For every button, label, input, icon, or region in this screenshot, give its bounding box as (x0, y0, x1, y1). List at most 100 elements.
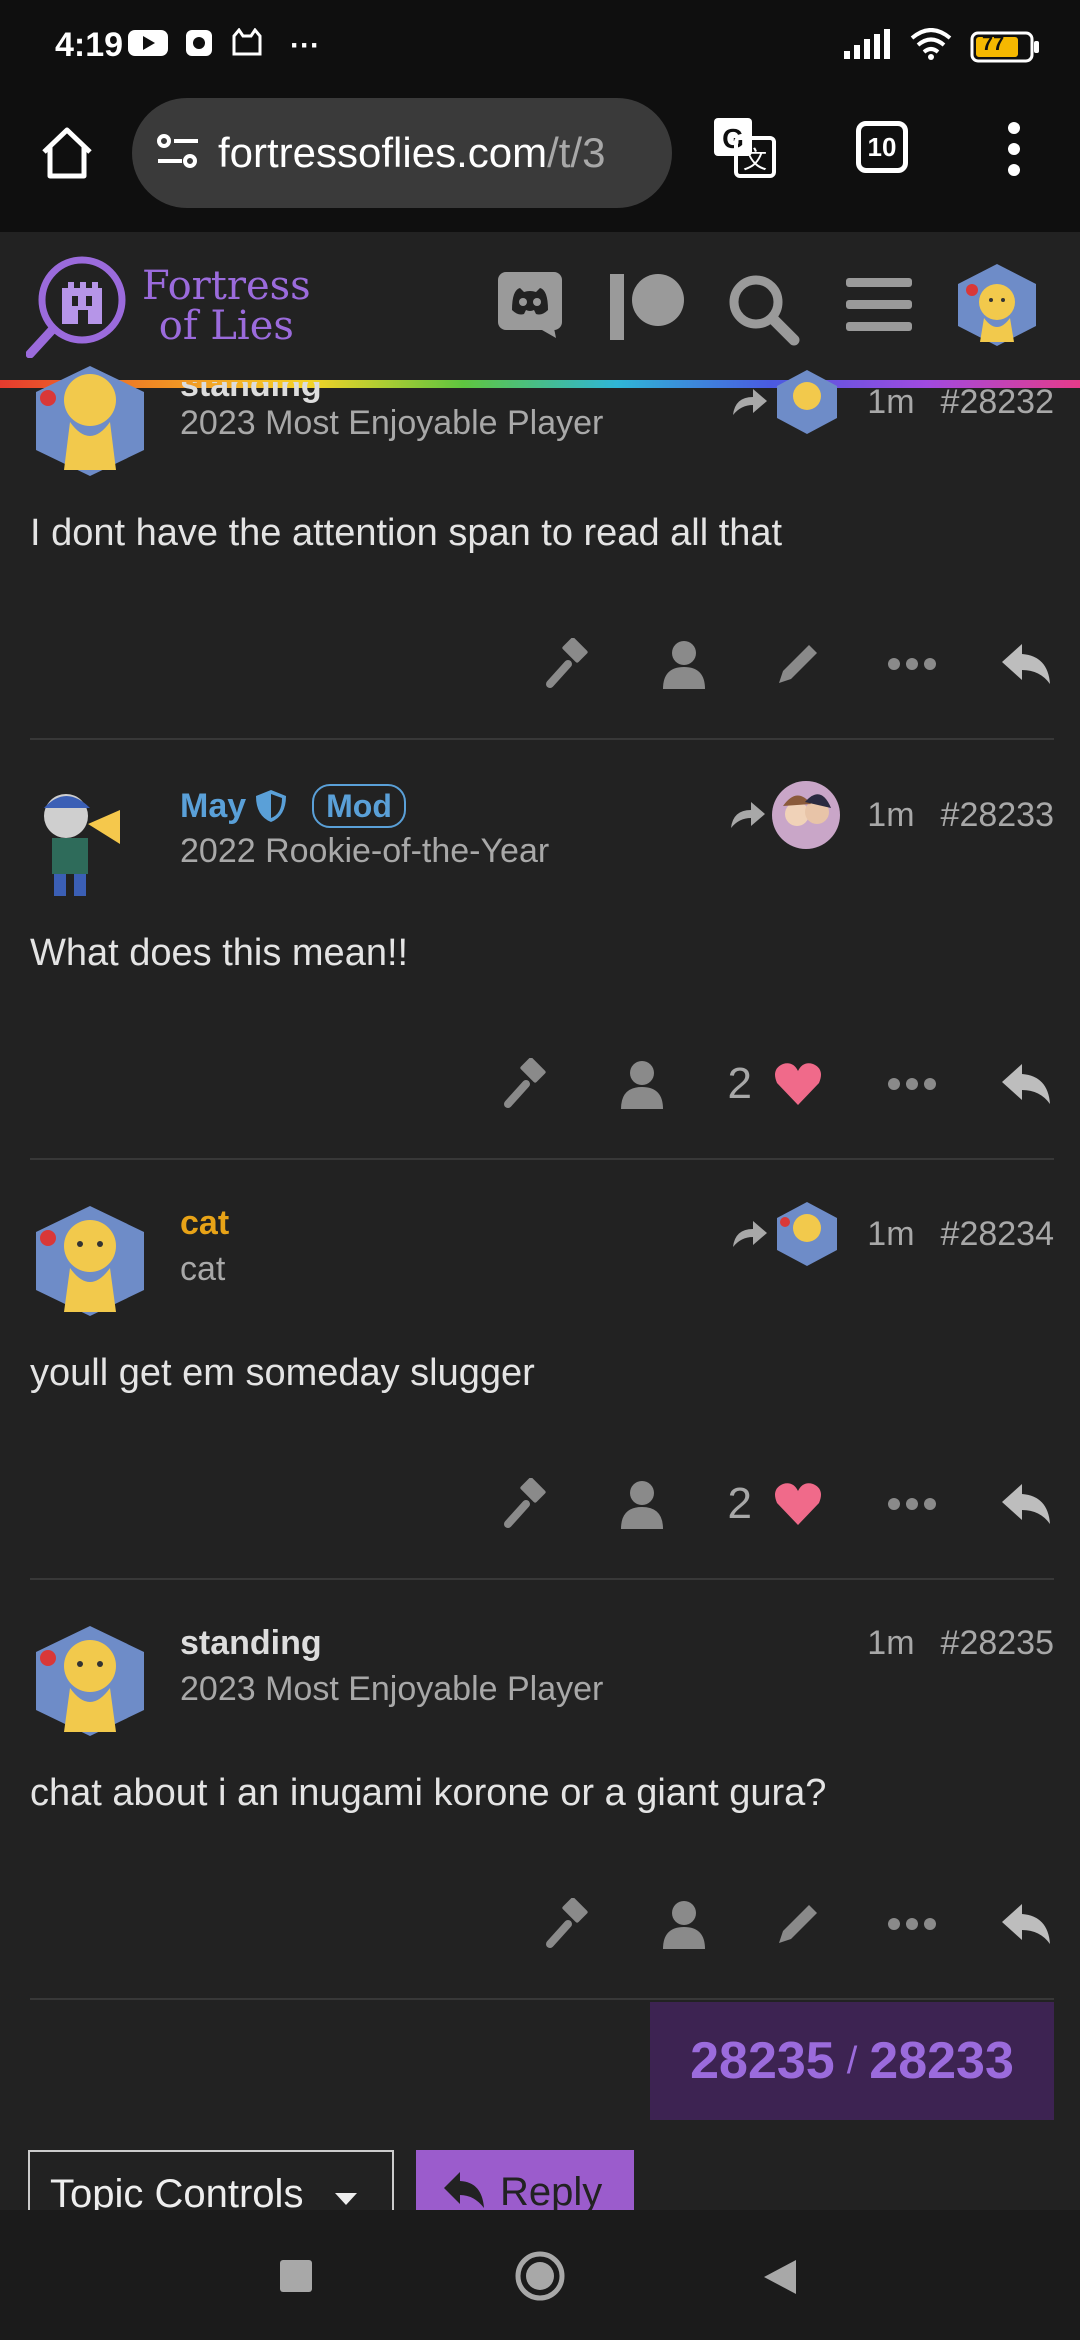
reply-icon[interactable] (998, 1476, 1054, 1532)
post-time[interactable]: 1m (867, 1624, 914, 1663)
edit-pencil-icon[interactable] (770, 636, 826, 692)
home-circle-icon[interactable] (514, 2250, 566, 2307)
post-author[interactable]: May (180, 787, 246, 826)
reply-button[interactable]: Reply (416, 2150, 634, 2210)
recents-square-icon[interactable] (280, 2260, 312, 2297)
reply-to-avatar (772, 781, 841, 849)
post-28235: standing 2023 Most Enjoyable Player 1m #… (30, 1620, 1054, 2000)
post-number[interactable]: #28232 (941, 383, 1054, 422)
post-body: youll get em someday slugger (30, 1352, 535, 1394)
post-actions: 2 (500, 1056, 1054, 1112)
svg-text:文: 文 (743, 146, 767, 174)
post-body: What does this mean!! (30, 932, 409, 974)
avatar-may-icon[interactable] (30, 780, 150, 900)
gavel-icon[interactable] (542, 1896, 598, 1952)
battery-icon: 77 (970, 31, 1040, 63)
user-card-icon[interactable] (656, 1896, 712, 1952)
user-card-icon[interactable] (656, 636, 712, 692)
more-options-icon[interactable] (884, 636, 940, 692)
post-author[interactable]: standing (180, 382, 322, 405)
signal-icon (844, 29, 892, 64)
browser-menu-icon[interactable] (1000, 116, 1028, 182)
translate-icon[interactable]: G文 (712, 116, 776, 180)
more-options-icon[interactable] (884, 1476, 940, 1532)
hamburger-menu-icon[interactable] (846, 272, 912, 343)
site-settings-icon[interactable] (156, 131, 200, 176)
status-bar: 4:19 ··· 77 (0, 0, 1080, 94)
timeline-progress[interactable]: 28235 / 28233 (650, 2002, 1054, 2120)
post-actions (542, 636, 1054, 692)
reply-icon[interactable] (998, 1896, 1054, 1952)
post-divider (30, 1158, 1054, 1160)
progress-current: 28235 (690, 2032, 835, 2090)
post-author[interactable]: cat (180, 1204, 229, 1243)
post-author[interactable]: standing (180, 1624, 322, 1663)
post-divider (30, 738, 1054, 740)
edit-pencil-icon[interactable] (770, 1896, 826, 1952)
browser-toolbar: fortressoflies.com/t/3 G文 10 (0, 94, 1080, 232)
user-card-icon[interactable] (614, 1056, 670, 1112)
reply-to-arrow-icon[interactable] (727, 780, 841, 850)
home-icon[interactable] (36, 122, 98, 184)
moderator-shield-icon (256, 790, 287, 822)
post-body: I dont have the attention span to read a… (30, 512, 783, 554)
avatar-cat-icon[interactable] (30, 1620, 150, 1740)
post-time[interactable]: 1m (867, 796, 914, 835)
post-actions: 2 (500, 1476, 1054, 1532)
post-body: chat about i an inugami korone or a gian… (30, 1772, 827, 1814)
post-28232: standing 2023 Most Enjoyable Player 1m #… (30, 360, 1054, 740)
back-triangle-icon[interactable] (762, 2258, 798, 2301)
tab-switcher-button[interactable]: 10 (856, 121, 908, 173)
url-path: /t/3 (547, 129, 606, 176)
gavel-icon[interactable] (542, 636, 598, 692)
post-number[interactable]: #28234 (941, 1215, 1054, 1254)
logo-line-1: Fortress (142, 263, 311, 309)
post-actions (542, 1896, 1054, 1952)
magnifier-castle-logo-icon (26, 256, 126, 358)
more-options-icon[interactable] (884, 1056, 940, 1112)
user-avatar[interactable] (954, 262, 1040, 353)
post-divider (30, 1578, 1054, 1580)
post-time[interactable]: 1m (867, 1215, 914, 1254)
heart-icon[interactable] (770, 1056, 826, 1112)
reply-button-label: Reply (500, 2170, 603, 2210)
progress-total: 28233 (869, 2032, 1014, 2090)
post-28233: May Mod 2022 Rookie-of-the-Year 1m #2823… (30, 780, 1054, 1160)
post-number[interactable]: #28233 (941, 796, 1054, 835)
reply-icon[interactable] (998, 1056, 1054, 1112)
app-notification-icon (184, 28, 214, 63)
reply-to-arrow-icon[interactable] (729, 368, 841, 436)
reply-icon (444, 2172, 484, 2208)
mod-badge[interactable]: Mod (312, 784, 406, 828)
avatar-cat-icon[interactable] (30, 360, 150, 480)
more-notifications-icon: ··· (290, 28, 320, 62)
url-text: fortressoflies.com/t/3 (218, 129, 605, 177)
post-number[interactable]: #28235 (941, 1624, 1054, 1663)
avatar-cat-icon[interactable] (30, 1200, 150, 1320)
post-time[interactable]: 1m (867, 383, 914, 422)
heart-icon[interactable] (770, 1476, 826, 1532)
reply-icon[interactable] (998, 636, 1054, 692)
reply-to-arrow-icon[interactable] (729, 1200, 841, 1268)
reply-to-avatar (777, 1202, 838, 1266)
site-logo[interactable]: Fortress of Lies (26, 254, 311, 358)
more-options-icon[interactable] (884, 1896, 940, 1952)
discord-icon[interactable] (498, 272, 564, 343)
post-user-title: cat (180, 1250, 226, 1288)
user-card-icon[interactable] (614, 1476, 670, 1532)
topic-controls-label: Topic Controls (50, 2172, 304, 2210)
post-user-title: 2023 Most Enjoyable Player (180, 404, 604, 442)
wifi-icon (910, 28, 952, 65)
patreon-icon[interactable] (608, 272, 686, 347)
gavel-icon[interactable] (500, 1476, 556, 1532)
github-icon (230, 27, 264, 63)
gavel-icon[interactable] (500, 1056, 556, 1112)
status-time: 4:19 (55, 26, 124, 64)
topic-controls-dropdown[interactable]: Topic Controls (28, 2150, 394, 2210)
chevron-down-icon (334, 2193, 357, 2205)
address-bar[interactable]: fortressoflies.com/t/3 (132, 98, 672, 208)
post-28234: cat cat 1m #28234 youll get em someday s… (30, 1200, 1054, 1580)
like-count[interactable]: 2 (728, 1479, 752, 1529)
search-icon[interactable] (726, 272, 800, 351)
like-count[interactable]: 2 (728, 1059, 752, 1109)
